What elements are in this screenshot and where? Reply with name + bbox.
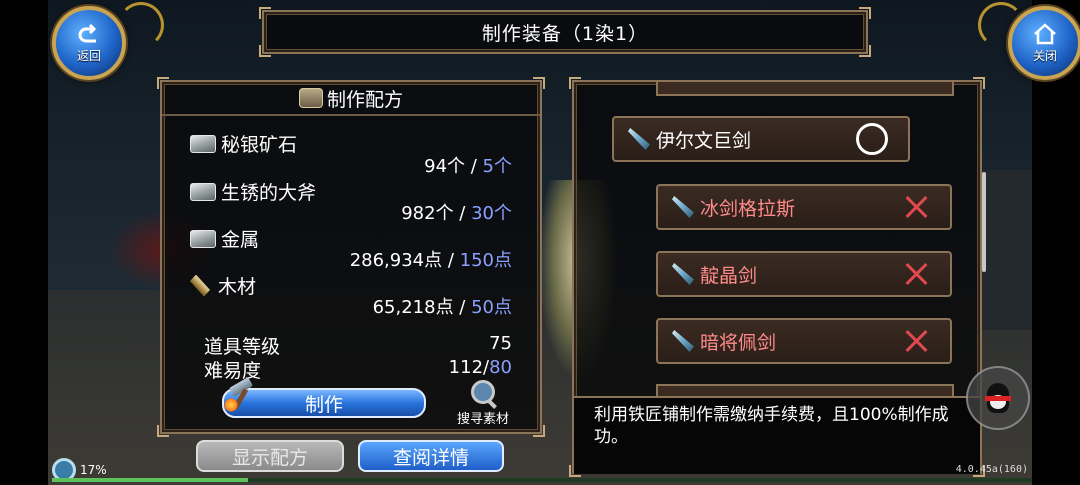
- equipment-item[interactable]: 暗将佩剑: [656, 318, 952, 364]
- recipe-heading: 制作配方: [326, 88, 403, 111]
- need-amount: 150点: [459, 250, 512, 271]
- x-mark-icon: [902, 193, 930, 221]
- sword-icon: [672, 330, 694, 352]
- scene-pillar: [978, 170, 1032, 330]
- version-label: 4.0.45a(160): [955, 464, 1028, 475]
- sword-icon: [672, 196, 694, 218]
- equipment-name: 暗将佩剑: [700, 331, 777, 354]
- back-button[interactable]: 返回: [52, 6, 126, 80]
- material-name: 生锈的大斧: [221, 182, 317, 204]
- progress-fill: [52, 478, 248, 482]
- x-mark-icon: [902, 327, 930, 355]
- hammer-icon: [224, 377, 258, 414]
- material-quantity: 982个 / 30个: [401, 203, 512, 224]
- material-row: 木材: [190, 272, 256, 299]
- close-label: 关闭: [1032, 48, 1057, 63]
- equipment-item[interactable]: 靛晶剑: [656, 251, 952, 297]
- material-row: 生锈的大斧: [190, 178, 316, 205]
- material-name: 秘银矿石: [221, 134, 298, 156]
- ore-icon: [190, 229, 216, 248]
- magnifier-icon: [471, 380, 495, 404]
- list-item-partial[interactable]: [656, 82, 954, 96]
- have-amount: 65,218点: [372, 297, 454, 318]
- equipment-name: 伊尔文巨剑: [656, 129, 752, 152]
- penguin-scarf: [985, 396, 1011, 401]
- list-scrollbar[interactable]: [982, 172, 986, 272]
- return-arrow-icon: [78, 23, 97, 42]
- have-amount: 94个: [424, 156, 466, 177]
- recipe-panel: 制作配方 秘银矿石 94个 / 5个 生锈的大斧 982个 / 30个 金属 2…: [157, 77, 545, 437]
- equipment-name: 冰剑格拉斯: [700, 197, 796, 220]
- x-mark-icon: [902, 260, 930, 288]
- craft-label: 制作: [304, 393, 343, 416]
- difficulty-have: 112/: [448, 357, 490, 378]
- equipment-item[interactable]: 冰剑格拉斯: [656, 184, 952, 230]
- qq-float-button[interactable]: [966, 366, 1030, 430]
- equipment-list-panel: 伊尔文巨剑 冰剑格拉斯 靛晶剑 暗将佩剑 利用铁匠铺制作需缴纳手续费，且100%…: [569, 77, 986, 477]
- recipe-book-icon: [298, 88, 323, 108]
- view-details-button[interactable]: 查阅详情: [358, 440, 504, 472]
- circle-mark-icon: [856, 123, 888, 155]
- loading-progress-bar: [52, 478, 1032, 482]
- have-amount: 286,934点: [349, 250, 443, 271]
- show-recipe-button[interactable]: 显示配方: [196, 440, 344, 472]
- equipment-item[interactable]: 伊尔文巨剑: [612, 116, 910, 162]
- network-percent: 17%: [80, 463, 107, 477]
- search-materials-button[interactable]: 搜寻素材: [446, 380, 520, 427]
- sword-icon: [672, 263, 694, 285]
- material-quantity: 286,934点 / 150点: [349, 250, 512, 271]
- ore-icon: [190, 134, 216, 153]
- need-amount: 5个: [482, 156, 512, 177]
- page-title: 制作装备（1染1）: [481, 22, 649, 45]
- material-name: 木材: [218, 276, 257, 298]
- need-amount: 30个: [471, 203, 512, 224]
- item-level-label: 道具等级: [204, 336, 281, 358]
- material-quantity: 94个 / 5个: [424, 156, 512, 177]
- material-row: 金属: [190, 225, 259, 252]
- home-icon: [1034, 22, 1056, 44]
- recipe-header: 制作配方: [162, 82, 540, 116]
- material-quantity: 65,218点 / 50点: [372, 297, 512, 318]
- sword-icon: [628, 128, 650, 150]
- show-recipe-label: 显示配方: [231, 446, 308, 469]
- have-amount: 982个: [401, 203, 454, 224]
- title-bar: 制作装备（1染1）: [259, 7, 871, 57]
- ornament: [118, 2, 164, 48]
- view-details-label: 查阅详情: [392, 446, 469, 469]
- wood-icon: [190, 274, 210, 297]
- list-item-partial[interactable]: [656, 384, 954, 396]
- back-label: 返回: [76, 48, 101, 63]
- ornament: [978, 2, 1024, 48]
- equipment-name: 靛晶剑: [700, 264, 758, 287]
- need-amount: 50点: [471, 297, 512, 318]
- difficulty-value: 112/80: [449, 357, 512, 378]
- description-box: 利用铁匠铺制作需缴纳手续费，且100%制作成功。: [574, 396, 980, 474]
- search-materials-label: 搜寻素材: [456, 412, 509, 427]
- material-row: 秘银矿石: [190, 130, 297, 157]
- description-text: 利用铁匠铺制作需缴纳手续费，且100%制作成功。: [594, 405, 949, 447]
- item-level-value: 75: [489, 333, 512, 354]
- ore-icon: [190, 182, 216, 201]
- material-name: 金属: [221, 229, 260, 251]
- difficulty-need: 80: [489, 357, 512, 378]
